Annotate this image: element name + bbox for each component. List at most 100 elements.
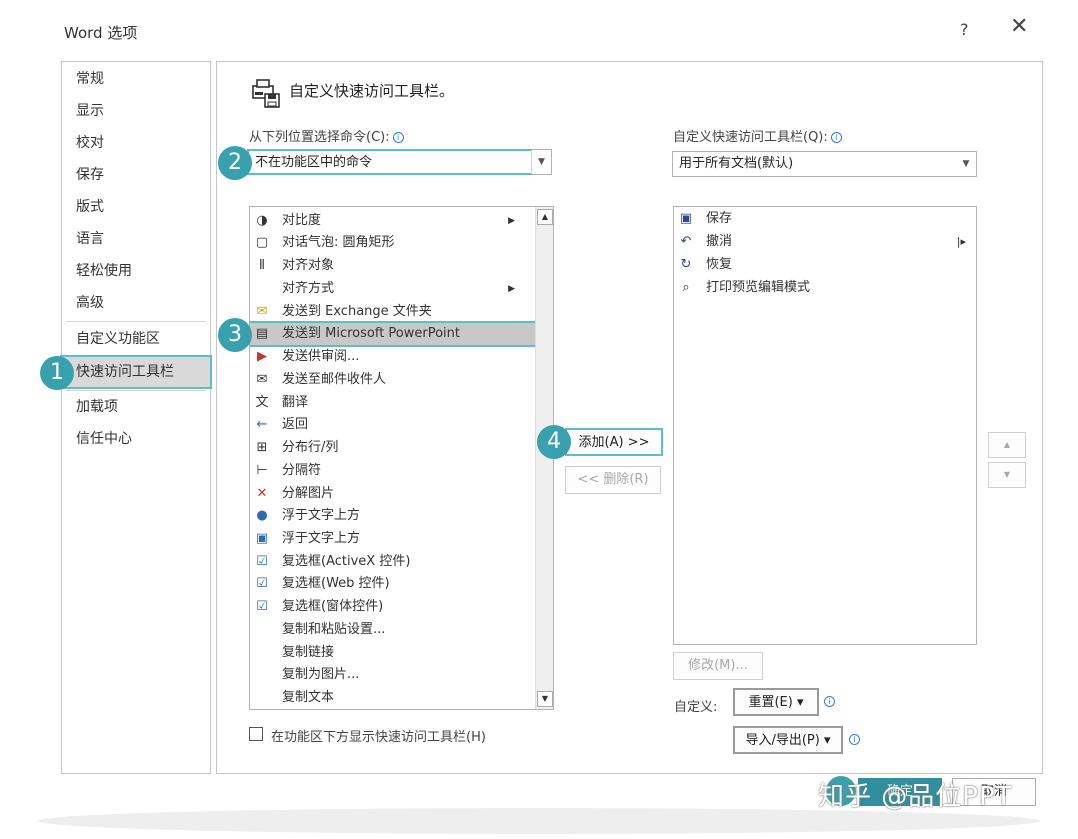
wrap-text-icon: ▣ — [255, 531, 269, 546]
close-button[interactable]: ✕ — [1010, 16, 1028, 38]
list-item[interactable]: ⫴ 对齐对象 — [250, 255, 535, 277]
exchange-folder-icon: ✉ — [256, 304, 268, 319]
remove-button[interactable]: << 删除(R) — [565, 466, 661, 494]
info-icon[interactable]: i — [849, 734, 860, 745]
speech-bubble-icon: ▢ — [255, 235, 269, 250]
sidebar-item-add-ins[interactable]: 加载项 — [62, 392, 210, 422]
blank-icon — [254, 281, 270, 297]
list-item[interactable]: ☑ 复选框(窗体控件) — [250, 596, 535, 618]
sidebar-item-general[interactable]: 常规 — [62, 64, 210, 94]
list-item[interactable]: ▣ 浮于文字上方 — [250, 528, 535, 550]
align-objects-icon: ⫴ — [259, 258, 265, 273]
submenu-arrow-icon: ▶ — [508, 216, 515, 226]
redo-icon: ↻ — [680, 257, 692, 272]
options-sidebar: 常规 显示 校对 保存 版式 语言 轻松使用 高级 自定义功能区 快速访问工具栏… — [60, 61, 212, 774]
blank-icon — [254, 667, 270, 683]
checkbox-icon: ☑ — [256, 554, 268, 569]
chevron-down-icon: ▼ — [531, 150, 551, 174]
blank-icon — [254, 645, 270, 661]
sidebar-item-accessibility[interactable]: 轻松使用 — [62, 256, 210, 286]
sidebar-item-trust-center[interactable]: 信任中心 — [62, 424, 210, 454]
list-item[interactable]: ⌕ 打印预览编辑模式 — [674, 277, 974, 299]
choose-commands-dropdown[interactable]: 不在功能区中的命令 — [247, 149, 551, 175]
list-item[interactable]: 复制文本 — [250, 687, 535, 709]
scroll-up-icon[interactable]: ▲ — [537, 209, 553, 225]
sidebar-item-quick-access-toolbar[interactable]: 快速访问工具栏 — [60, 355, 212, 389]
list-item[interactable]: ☑ 复选框(ActiveX 控件) — [250, 551, 535, 573]
list-item[interactable]: 复制为图片... — [250, 664, 535, 686]
customize-qat-dropdown[interactable]: 用于所有文档(默认) ▼ — [672, 151, 977, 177]
list-item[interactable]: ☑ 复选框(Web 控件) — [250, 573, 535, 595]
submenu-arrow-icon: ▶ — [508, 284, 515, 294]
customize-qat-label: 自定义快速访问工具栏(Q): i — [673, 126, 842, 145]
list-item[interactable]: ↶ 撤消 |▸ — [674, 231, 974, 253]
split-arrow-icon: |▸ — [956, 235, 966, 248]
sidebar-item-proofing[interactable]: 校对 — [62, 128, 210, 158]
customize-text-label: 自定义: — [674, 700, 718, 715]
list-item[interactable]: ✉ 发送至邮件收件人 — [250, 369, 535, 391]
blank-icon — [254, 690, 270, 706]
list-item-selected[interactable]: ▤ 发送到 Microsoft PowerPoint — [250, 321, 538, 347]
show-below-ribbon-checkbox[interactable] — [249, 727, 263, 741]
move-up-button[interactable]: ▲ — [988, 432, 1026, 458]
list-item[interactable]: ← 返回 — [250, 414, 535, 436]
list-item[interactable]: ⊢ 分隔符 — [250, 460, 535, 482]
show-below-ribbon-label: 在功能区下方显示快速访问工具栏(H) — [271, 730, 486, 745]
add-button[interactable]: 添加(A) >> — [565, 428, 663, 456]
list-item[interactable]: ▣ 保存 — [674, 208, 974, 230]
step-badge-3: 3 — [218, 318, 252, 352]
save-icon: ▣ — [679, 211, 693, 226]
contrast-icon: ◑ — [256, 213, 268, 228]
choose-commands-value: 不在功能区中的命令 — [255, 155, 373, 170]
step-badge-4: 4 — [537, 425, 571, 459]
checkbox-icon: ☑ — [256, 599, 268, 614]
list-item[interactable]: 复制和粘贴设置... — [250, 619, 535, 641]
list-item[interactable]: 复制链接 — [250, 642, 535, 664]
list-item[interactable]: ◑ 对比度 ▶ — [250, 210, 535, 232]
sidebar-item-advanced[interactable]: 高级 — [62, 288, 210, 318]
blank-icon — [254, 622, 270, 638]
float-above-text-icon: ● — [256, 508, 268, 523]
back-arrow-icon: ← — [256, 417, 268, 432]
distribute-rows-icon: ⊞ — [256, 440, 268, 455]
customize-qat-value: 用于所有文档(默认) — [679, 156, 794, 171]
checkbox-icon: ☑ — [256, 576, 268, 591]
qat-settings-panel: 自定义快速访问工具栏。 从下列位置选择命令(C): i 不在功能区中的命令 ▼ 自… — [216, 61, 1043, 774]
help-button[interactable]: ? — [960, 20, 969, 39]
info-icon[interactable]: i — [830, 132, 842, 143]
step-badge-1: 1 — [40, 356, 74, 390]
list-item[interactable]: ↻ 恢复 — [674, 254, 974, 276]
move-down-button[interactable]: ▼ — [988, 462, 1026, 488]
sidebar-item-layout[interactable]: 版式 — [62, 192, 210, 222]
modify-button[interactable]: 修改(M)... — [673, 652, 763, 680]
title-bar: Word 选项 ? ✕ — [22, 0, 1056, 58]
chevron-down-icon: ▼ — [962, 159, 970, 169]
list-item[interactable]: ▶ 发送供审阅... — [250, 346, 535, 368]
print-preview-icon: ⌕ — [682, 280, 690, 295]
info-icon[interactable]: i — [392, 132, 404, 143]
list-item[interactable]: ▢ 对话气泡: 圆角矩形 — [250, 232, 535, 254]
reset-button[interactable]: 重置(E) ▾ — [733, 688, 819, 716]
list-item[interactable]: ✕ 分解图片 — [250, 483, 535, 505]
qat-items-list[interactable]: ▣ 保存 ↶ 撤消 |▸ ↻ 恢复 ⌕ 打印预览编辑模式 — [673, 206, 977, 645]
list-item[interactable]: ● 浮于文字上方 — [250, 505, 535, 527]
sidebar-item-display[interactable]: 显示 — [62, 96, 210, 126]
list-item[interactable]: 文翻译 — [250, 392, 535, 414]
list-item[interactable]: ✉ 发送到 Exchange 文件夹 — [250, 301, 535, 323]
list-item[interactable]: 对齐方式 ▶ — [250, 278, 535, 300]
sidebar-item-language[interactable]: 语言 — [62, 224, 210, 254]
send-review-icon: ▶ — [257, 349, 267, 364]
ungroup-picture-icon: ✕ — [256, 486, 268, 501]
choose-commands-arrow[interactable]: ▼ — [531, 149, 552, 175]
sidebar-item-save[interactable]: 保存 — [62, 160, 210, 190]
commands-list[interactable]: ◑ 对比度 ▶ ▢ 对话气泡: 圆角矩形 ⫴ 对齐对象 对齐方式 ▶ ✉ 发送到 Excha… — [249, 206, 554, 710]
import-export-button[interactable]: 导入/导出(P) ▾ — [733, 726, 843, 754]
sidebar-divider — [66, 321, 206, 322]
powerpoint-icon: ▤ — [255, 326, 269, 341]
list-item[interactable]: ⊞ 分布行/列 — [250, 437, 535, 459]
scroll-down-icon[interactable]: ▼ — [537, 691, 553, 707]
sidebar-divider — [66, 390, 206, 391]
mail-recipient-icon: ✉ — [256, 372, 268, 387]
info-icon[interactable]: i — [824, 696, 835, 707]
sidebar-item-customize-ribbon[interactable]: 自定义功能区 — [62, 324, 210, 354]
